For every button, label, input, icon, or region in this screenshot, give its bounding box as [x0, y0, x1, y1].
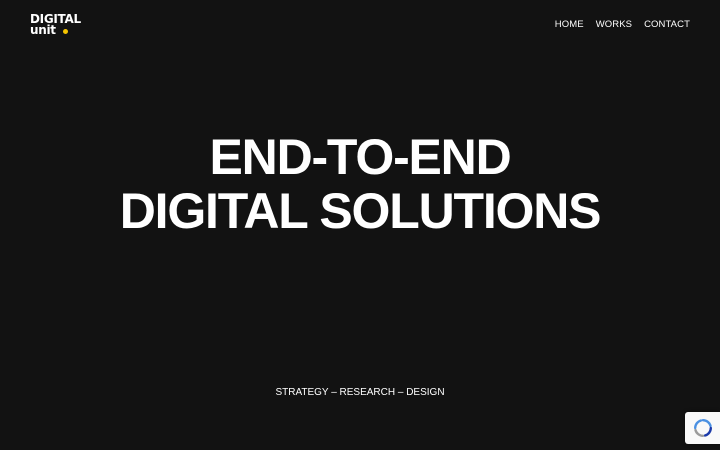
- recaptcha-icon: [694, 419, 712, 437]
- nav-item-works[interactable]: WORKS: [596, 19, 632, 31]
- hero-heading-line1: END-TO-END: [209, 129, 512, 185]
- brand-logo-line2: unit: [30, 23, 56, 37]
- recaptcha-badge[interactable]: [685, 412, 720, 444]
- hero-heading-line2: DIGITAL SOLUTIONS: [119, 183, 602, 239]
- nav-item-home[interactable]: HOME: [555, 19, 584, 31]
- page: DIGITAL unit HOME WORKS CONTACT END-TO-E…: [0, 0, 720, 450]
- nav-item-contact[interactable]: CONTACT: [644, 19, 690, 31]
- hero-tagline: STRATEGY – RESEARCH – DESIGN: [275, 387, 445, 398]
- brand-logo[interactable]: DIGITAL unit: [30, 13, 94, 39]
- hero-heading: END-TO-END DIGITAL SOLUTIONS: [0, 130, 720, 238]
- brand-logo-dot: [63, 29, 68, 34]
- main-nav: HOME WORKS CONTACT: [555, 19, 690, 31]
